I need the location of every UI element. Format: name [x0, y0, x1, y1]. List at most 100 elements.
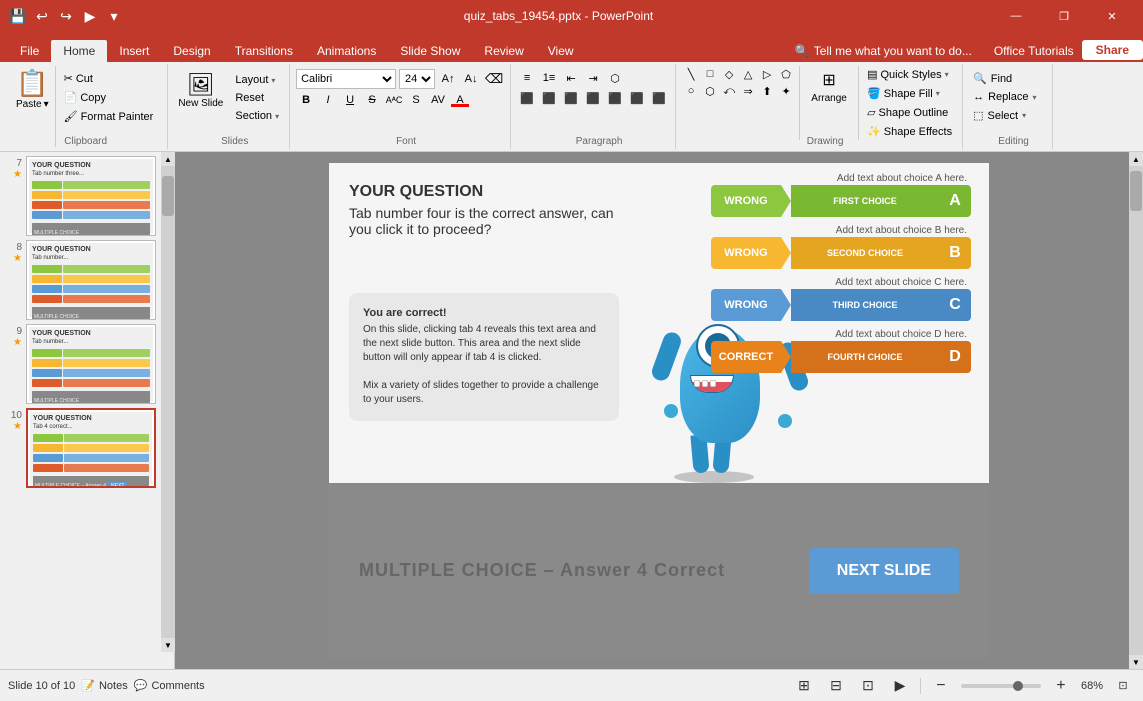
char-spacing-button[interactable]: AV: [428, 91, 448, 109]
shape-fill-button[interactable]: 🪣 Shape Fill ▾: [863, 85, 956, 102]
find-button[interactable]: 🔍 Find: [969, 70, 1040, 87]
canvas-scroll-thumb[interactable]: [1130, 171, 1142, 211]
comments-button[interactable]: 💬 Comments: [134, 679, 205, 692]
shape-cell[interactable]: ⤺: [720, 83, 738, 99]
clear-format-button[interactable]: ⌫: [484, 70, 504, 88]
select-button[interactable]: ⬚ Select ▾: [969, 107, 1040, 124]
font-size-select[interactable]: 24: [399, 69, 435, 89]
shape-outline-button[interactable]: ▱ Shape Outline: [863, 104, 956, 121]
tab-slideshow[interactable]: Slide Show: [388, 40, 472, 62]
redo-button[interactable]: ↪: [56, 6, 76, 26]
shape-cell[interactable]: ▷: [758, 66, 776, 82]
slideshow-button[interactable]: ▶: [888, 674, 912, 698]
shape-cell[interactable]: ✦: [777, 83, 795, 99]
align-center-button[interactable]: ⬛: [539, 89, 559, 107]
cut-button[interactable]: ✂ Cut: [60, 70, 158, 87]
copy-button[interactable]: 📄 Copy: [60, 89, 158, 106]
reset-button[interactable]: Reset: [231, 90, 283, 106]
shape-cell[interactable]: ╲: [682, 66, 700, 82]
italic-button[interactable]: I: [318, 91, 338, 109]
arrange-button[interactable]: ⊞ Arrange: [804, 66, 854, 108]
numbering-button[interactable]: 1≡: [539, 69, 559, 87]
slide-thumb-10[interactable]: 10 ★ YOUR QUESTION Tab 4 correct... MULT…: [4, 408, 170, 488]
slide-preview-9[interactable]: YOUR QUESTION Tab number... MULTIPLE CHO…: [26, 324, 156, 404]
next-slide-button[interactable]: NEXT SLIDE: [809, 548, 959, 594]
justify-button[interactable]: ⬛: [583, 89, 603, 107]
line-spacing-button[interactable]: ⬛: [649, 89, 669, 107]
slide-preview-8[interactable]: YOUR QUESTION Tab number... MULTIPLE CHO…: [26, 240, 156, 320]
choice-c-button[interactable]: WRONG THIRD CHOICE C: [711, 289, 971, 321]
slide-thumb-8[interactable]: 8 ★ YOUR QUESTION Tab number... MULTIPLE…: [4, 240, 170, 320]
choice-a-button[interactable]: WRONG FIRST CHOICE A: [711, 185, 971, 217]
help-search[interactable]: 🔍 Tell me what you want to do...: [785, 40, 982, 62]
increase-indent-button[interactable]: ⇥: [583, 69, 603, 87]
notes-button[interactable]: 📝 Notes: [81, 679, 127, 692]
bullets-button[interactable]: ≡: [517, 69, 537, 87]
tab-insert[interactable]: Insert: [107, 40, 161, 62]
replace-dropdown[interactable]: ▾: [1032, 93, 1036, 102]
tab-design[interactable]: Design: [161, 40, 222, 62]
underline-button[interactable]: U: [340, 91, 360, 109]
reading-view-button[interactable]: ⊡: [856, 674, 880, 698]
normal-view-button[interactable]: ⊞: [792, 674, 816, 698]
tab-animations[interactable]: Animations: [305, 40, 388, 62]
shape-cell[interactable]: ○: [682, 83, 700, 99]
canvas-scroll-up[interactable]: ▲: [1129, 152, 1143, 166]
format-painter-button[interactable]: 🖌 Format Painter: [60, 108, 158, 125]
new-slide-button[interactable]: 🖼 New Slide: [174, 70, 227, 111]
undo-button[interactable]: ↩: [32, 6, 52, 26]
office-tutorials[interactable]: Office Tutorials: [986, 40, 1082, 62]
shape-cell[interactable]: ⬠: [777, 66, 795, 82]
fit-slide-button[interactable]: ⊡: [1111, 674, 1135, 698]
scroll-up-button[interactable]: ▲: [161, 152, 175, 166]
paste-button[interactable]: 📋 Paste▾: [10, 66, 56, 147]
save-button[interactable]: 💾: [8, 6, 28, 26]
choice-b-button[interactable]: WRONG SECOND CHOICE B: [711, 237, 971, 269]
slide-sorter-button[interactable]: ⊟: [824, 674, 848, 698]
restore-button[interactable]: ❐: [1041, 0, 1087, 32]
font-color-button[interactable]: A: [450, 91, 470, 109]
smallcaps-button[interactable]: AᴬC: [384, 91, 404, 109]
align-left-button[interactable]: ⬛: [517, 89, 537, 107]
share-button[interactable]: Share: [1082, 40, 1143, 60]
shape-cell[interactable]: ◇: [720, 66, 738, 82]
tab-transitions[interactable]: Transitions: [223, 40, 305, 62]
tab-home[interactable]: Home: [51, 40, 107, 62]
columns-button[interactable]: ⬛: [605, 89, 625, 107]
align-right-button[interactable]: ⬛: [561, 89, 581, 107]
scroll-down-button[interactable]: ▼: [161, 638, 175, 652]
tab-file[interactable]: File: [8, 40, 51, 62]
slide-thumb-9[interactable]: 9 ★ YOUR QUESTION Tab number... MULTIPLE…: [4, 324, 170, 404]
shape-cell[interactable]: ⬡: [701, 83, 719, 99]
scroll-thumb[interactable]: [162, 176, 174, 216]
section-button[interactable]: Section▾: [231, 108, 283, 124]
strikethrough-button[interactable]: S: [362, 91, 382, 109]
increase-font-button[interactable]: A↑: [438, 70, 458, 88]
minimize-button[interactable]: —: [993, 0, 1039, 32]
zoom-in-button[interactable]: +: [1049, 674, 1073, 698]
zoom-slider[interactable]: [961, 684, 1041, 688]
paste-dropdown-arrow[interactable]: ▾: [44, 99, 49, 110]
slide-preview-10[interactable]: YOUR QUESTION Tab 4 correct... MULTIPLE …: [26, 408, 156, 488]
slide-preview-7[interactable]: YOUR QUESTION Tab number three... MULTIP…: [26, 156, 156, 236]
shadow-button[interactable]: S: [406, 91, 426, 109]
choice-d-button[interactable]: CORRECT FOURTH CHOICE D: [711, 341, 971, 373]
select-dropdown[interactable]: ▾: [1022, 111, 1026, 120]
smartart-button[interactable]: ⬡: [605, 69, 625, 87]
shape-cell[interactable]: ⬆: [758, 83, 776, 99]
decrease-font-button[interactable]: A↓: [461, 70, 481, 88]
canvas-scrollbar[interactable]: ▲ ▼: [1129, 152, 1143, 669]
shape-cell[interactable]: ⇒: [739, 83, 757, 99]
layout-button[interactable]: Layout▾: [231, 72, 283, 88]
present-button[interactable]: ▶: [80, 6, 100, 26]
shape-cell[interactable]: □: [701, 66, 719, 82]
close-button[interactable]: ✕: [1089, 0, 1135, 32]
bold-button[interactable]: B: [296, 91, 316, 109]
decrease-indent-button[interactable]: ⇤: [561, 69, 581, 87]
zoom-out-button[interactable]: −: [929, 674, 953, 698]
canvas-scroll-down[interactable]: ▼: [1129, 655, 1143, 669]
replace-button[interactable]: ↔ Replace ▾: [969, 89, 1040, 105]
slide-thumb-7[interactable]: 7 ★ YOUR QUESTION Tab number three... MU…: [4, 156, 170, 236]
text-direction-button[interactable]: ⬛: [627, 89, 647, 107]
tab-view[interactable]: View: [536, 40, 586, 62]
